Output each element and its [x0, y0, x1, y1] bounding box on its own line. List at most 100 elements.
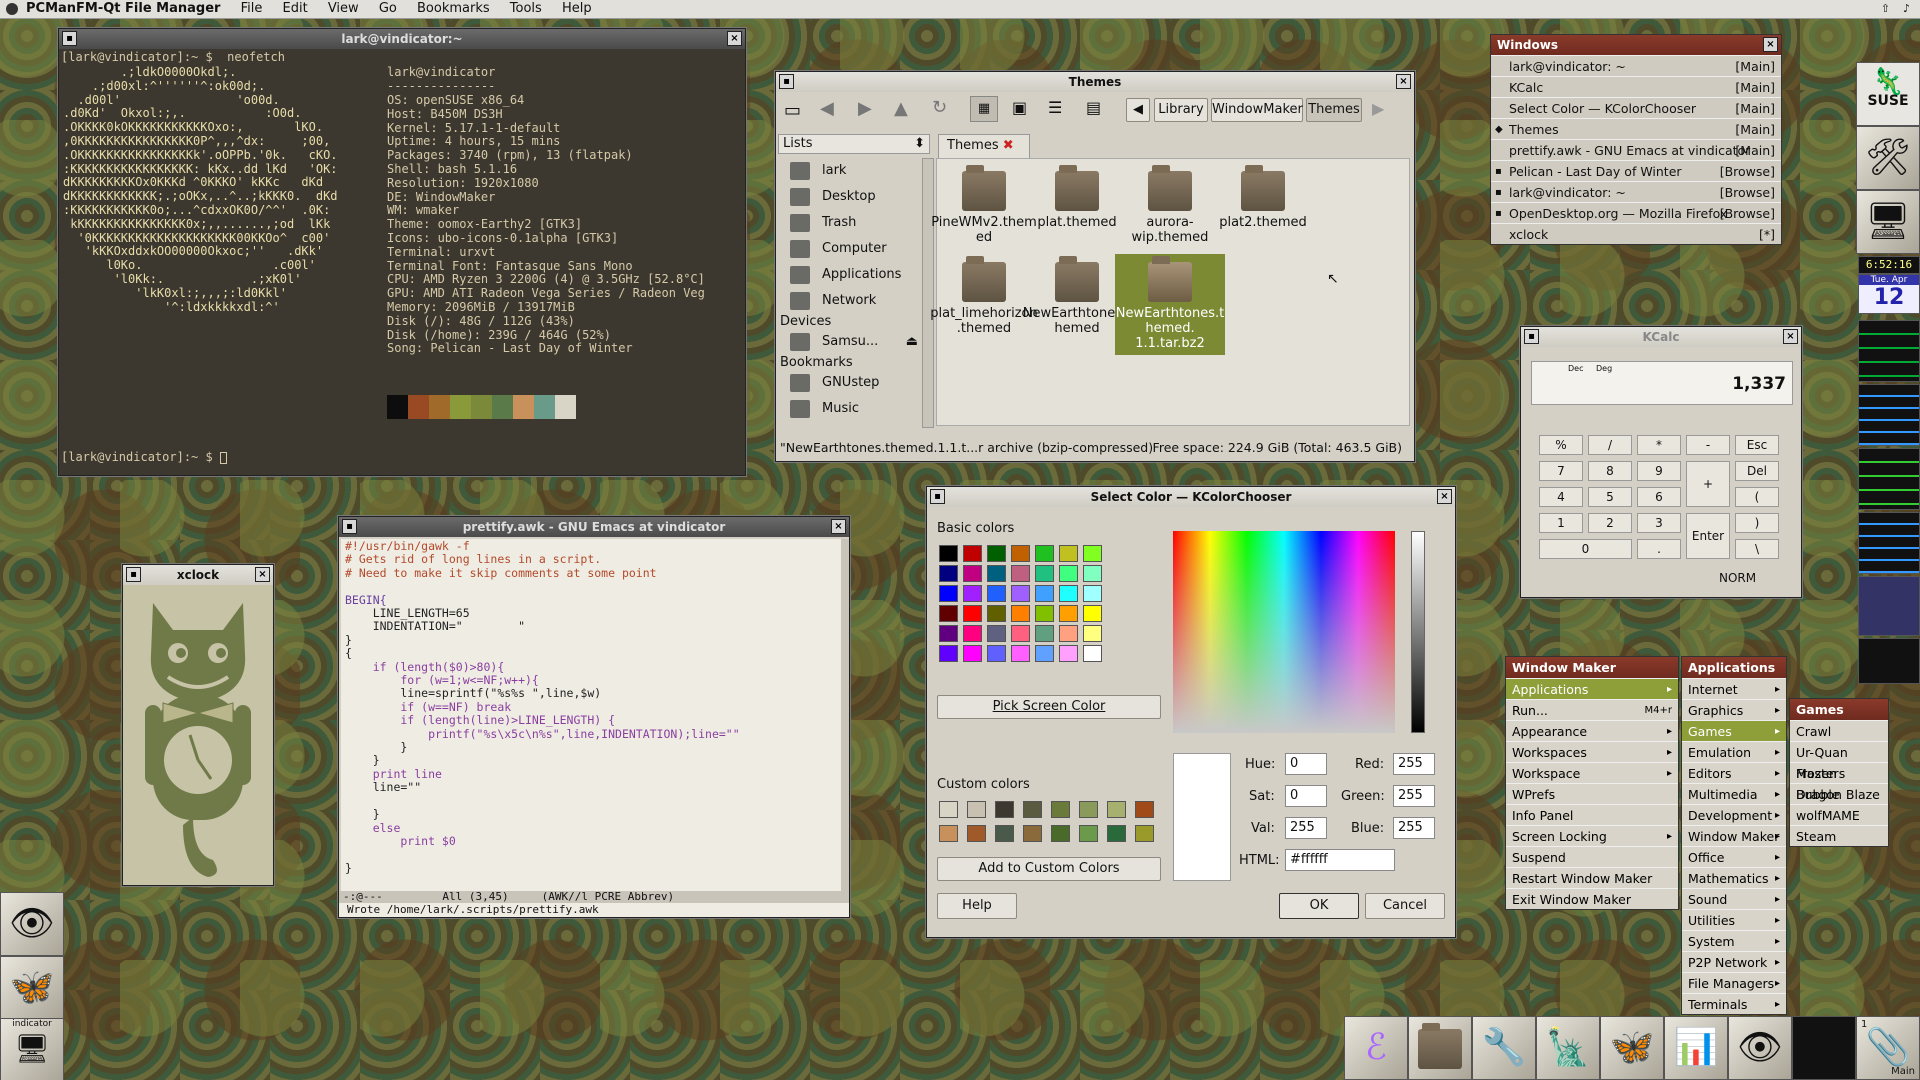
- basic-color-swatch[interactable]: [1083, 645, 1102, 662]
- path-library[interactable]: Library: [1154, 98, 1208, 122]
- menu-tools[interactable]: Tools: [502, 0, 550, 18]
- custom-color-swatch[interactable]: [1023, 801, 1042, 818]
- close-icon[interactable]: ×: [831, 519, 846, 534]
- kcalc-key[interactable]: -: [1686, 435, 1730, 455]
- custom-color-swatch[interactable]: [1107, 825, 1126, 842]
- minimize-icon[interactable]: ▪: [342, 519, 357, 534]
- path-themes[interactable]: Themes: [1306, 98, 1362, 122]
- close-icon[interactable]: ×: [1437, 489, 1452, 504]
- tab-themes[interactable]: Themes ✖: [938, 134, 1030, 158]
- kcalc-key[interactable]: Del: [1735, 461, 1779, 481]
- basic-color-swatch[interactable]: [1083, 625, 1102, 642]
- basic-color-swatch[interactable]: [963, 585, 982, 602]
- basic-color-swatch[interactable]: [1035, 585, 1054, 602]
- custom-color-swatch[interactable]: [1051, 825, 1070, 842]
- custom-color-swatch[interactable]: [1135, 801, 1154, 818]
- compact-view-icon[interactable]: ☰: [1048, 98, 1062, 117]
- basic-color-swatch[interactable]: [1011, 645, 1030, 662]
- kcalc-titlebar[interactable]: ▪ KCalc ×: [1521, 327, 1801, 347]
- custom-color-swatch[interactable]: [939, 801, 958, 818]
- kcalc-key[interactable]: 8: [1588, 461, 1632, 481]
- window-list-item[interactable]: ▪ OpenDesktop.org — Mozilla Firefox [Brows…: [1491, 202, 1781, 223]
- help-button[interactable]: Help: [937, 893, 1017, 919]
- menu-bookmarks[interactable]: Bookmarks: [409, 0, 498, 18]
- window-list-item[interactable]: ▪ lark@vindicator: ~ [Browse]: [1491, 181, 1781, 202]
- window-list-title[interactable]: Windows ×: [1491, 35, 1781, 55]
- games-menu-item[interactable]: Ur-Quan Masters: [1790, 741, 1888, 781]
- kcalc-key[interactable]: *: [1637, 435, 1681, 455]
- apps-menu-item[interactable]: Multimedia ▸: [1682, 783, 1786, 804]
- window-list-item[interactable]: Select Color — KColorChooser [Main]: [1491, 97, 1781, 118]
- minimize-icon[interactable]: ▪: [62, 31, 77, 46]
- file-item[interactable]: plat2.themed: [1208, 163, 1318, 230]
- basic-color-swatch[interactable]: [1059, 645, 1078, 662]
- wm-menu-item[interactable]: Applications ▸: [1506, 678, 1678, 699]
- kcalc-key[interactable]: %: [1539, 435, 1583, 455]
- topbar-bell-icon[interactable]: ♪: [1903, 0, 1910, 18]
- basic-color-swatch[interactable]: [1035, 605, 1054, 622]
- menu-view[interactable]: View: [320, 0, 367, 18]
- apps-menu-item[interactable]: File Managers ▸: [1682, 972, 1786, 993]
- games-menu-item[interactable]: Dragon Blaze: [1790, 783, 1888, 804]
- window-list-item[interactable]: ◆ Themes [Main]: [1491, 118, 1781, 139]
- appicon-emacs[interactable]: ℰ: [1344, 1016, 1408, 1080]
- thumbnail-view-icon[interactable]: ▣: [1012, 98, 1027, 117]
- custom-color-swatch[interactable]: [1079, 825, 1098, 842]
- detail-view-icon[interactable]: ▤: [1086, 98, 1101, 117]
- basic-color-swatch[interactable]: [963, 645, 982, 662]
- hue-input[interactable]: 0: [1285, 753, 1327, 775]
- sidebar-item-music[interactable]: Music: [778, 396, 930, 422]
- games-menu-item[interactable]: Frozen Bubble: [1790, 762, 1888, 802]
- kcalc-key[interactable]: \: [1735, 539, 1779, 559]
- apps-menu-item[interactable]: Editors ▸: [1682, 762, 1786, 783]
- basic-color-swatch[interactable]: [1059, 545, 1078, 562]
- basic-color-swatch[interactable]: [963, 545, 982, 562]
- dock-workspace-pager[interactable]: [1858, 576, 1920, 636]
- close-icon[interactable]: ×: [1783, 329, 1798, 344]
- basic-color-swatch[interactable]: [1083, 585, 1102, 602]
- custom-color-swatch[interactable]: [995, 825, 1014, 842]
- basic-color-swatch[interactable]: [963, 565, 982, 582]
- wm-menu-item[interactable]: Suspend: [1506, 846, 1678, 867]
- minimize-icon[interactable]: ▪: [126, 567, 141, 582]
- menu-go[interactable]: Go: [371, 0, 405, 18]
- wm-menu-item[interactable]: Workspace ▸: [1506, 762, 1678, 783]
- minimize-icon[interactable]: ▪: [779, 74, 794, 89]
- terminal-prompt[interactable]: [lark@vindicator]:~ $: [61, 450, 227, 465]
- cancel-button[interactable]: Cancel: [1365, 893, 1445, 919]
- close-icon[interactable]: ×: [727, 31, 742, 46]
- wm-menu-item[interactable]: Screen Locking ▸: [1506, 825, 1678, 846]
- close-tab-icon[interactable]: ✖: [1003, 138, 1014, 153]
- wm-menu-item[interactable]: Info Panel: [1506, 804, 1678, 825]
- sidebar-item-computer[interactable]: Computer: [778, 236, 930, 262]
- apps-menu-item[interactable]: Development ▸: [1682, 804, 1786, 825]
- custom-color-swatch[interactable]: [939, 825, 958, 842]
- kcalc-key[interactable]: Enter: [1686, 513, 1730, 559]
- pick-screen-color-button[interactable]: Pick Screen Color: [937, 695, 1161, 719]
- basic-color-swatch[interactable]: [987, 605, 1006, 622]
- window-list-item[interactable]: KCalc [Main]: [1491, 76, 1781, 97]
- basic-color-swatch[interactable]: [987, 645, 1006, 662]
- icon-view-icon[interactable]: ▦: [970, 96, 998, 122]
- minimize-icon[interactable]: ▪: [1524, 329, 1539, 344]
- apps-menu-item[interactable]: Mathematics ▸: [1682, 867, 1786, 888]
- kcalc-key[interactable]: 9: [1637, 461, 1681, 481]
- apps-menu-item[interactable]: Emulation ▸: [1682, 741, 1786, 762]
- kcalc-key[interactable]: 7: [1539, 461, 1583, 481]
- terminal-content[interactable]: [lark@vindicator]:~ $ neofetch .;ldkO000…: [59, 49, 745, 475]
- apps-menu-item[interactable]: Window Maker ▸: [1682, 825, 1786, 846]
- apps-menu-item[interactable]: Internet ▸: [1682, 678, 1786, 699]
- kcalc-key[interactable]: 6: [1637, 487, 1681, 507]
- basic-color-swatch[interactable]: [1083, 565, 1102, 582]
- games-menu-item[interactable]: wolfMAME: [1790, 804, 1888, 825]
- file-manager-titlebar[interactable]: ▪ Themes ×: [776, 72, 1414, 92]
- kcalc-key[interactable]: Esc: [1735, 435, 1779, 455]
- sidebar-item-gnustep[interactable]: GNUstep: [778, 370, 930, 396]
- window-list-item[interactable]: lark@vindicator: ~ [Main]: [1491, 55, 1781, 76]
- sidebar-item-network[interactable]: Network: [778, 288, 930, 314]
- custom-color-swatch[interactable]: [995, 801, 1014, 818]
- games-menu-item[interactable]: Crawl: [1790, 720, 1888, 741]
- basic-color-swatch[interactable]: [939, 645, 958, 662]
- custom-color-swatch[interactable]: [1135, 825, 1154, 842]
- appicon-tools[interactable]: 🔧: [1472, 1016, 1536, 1080]
